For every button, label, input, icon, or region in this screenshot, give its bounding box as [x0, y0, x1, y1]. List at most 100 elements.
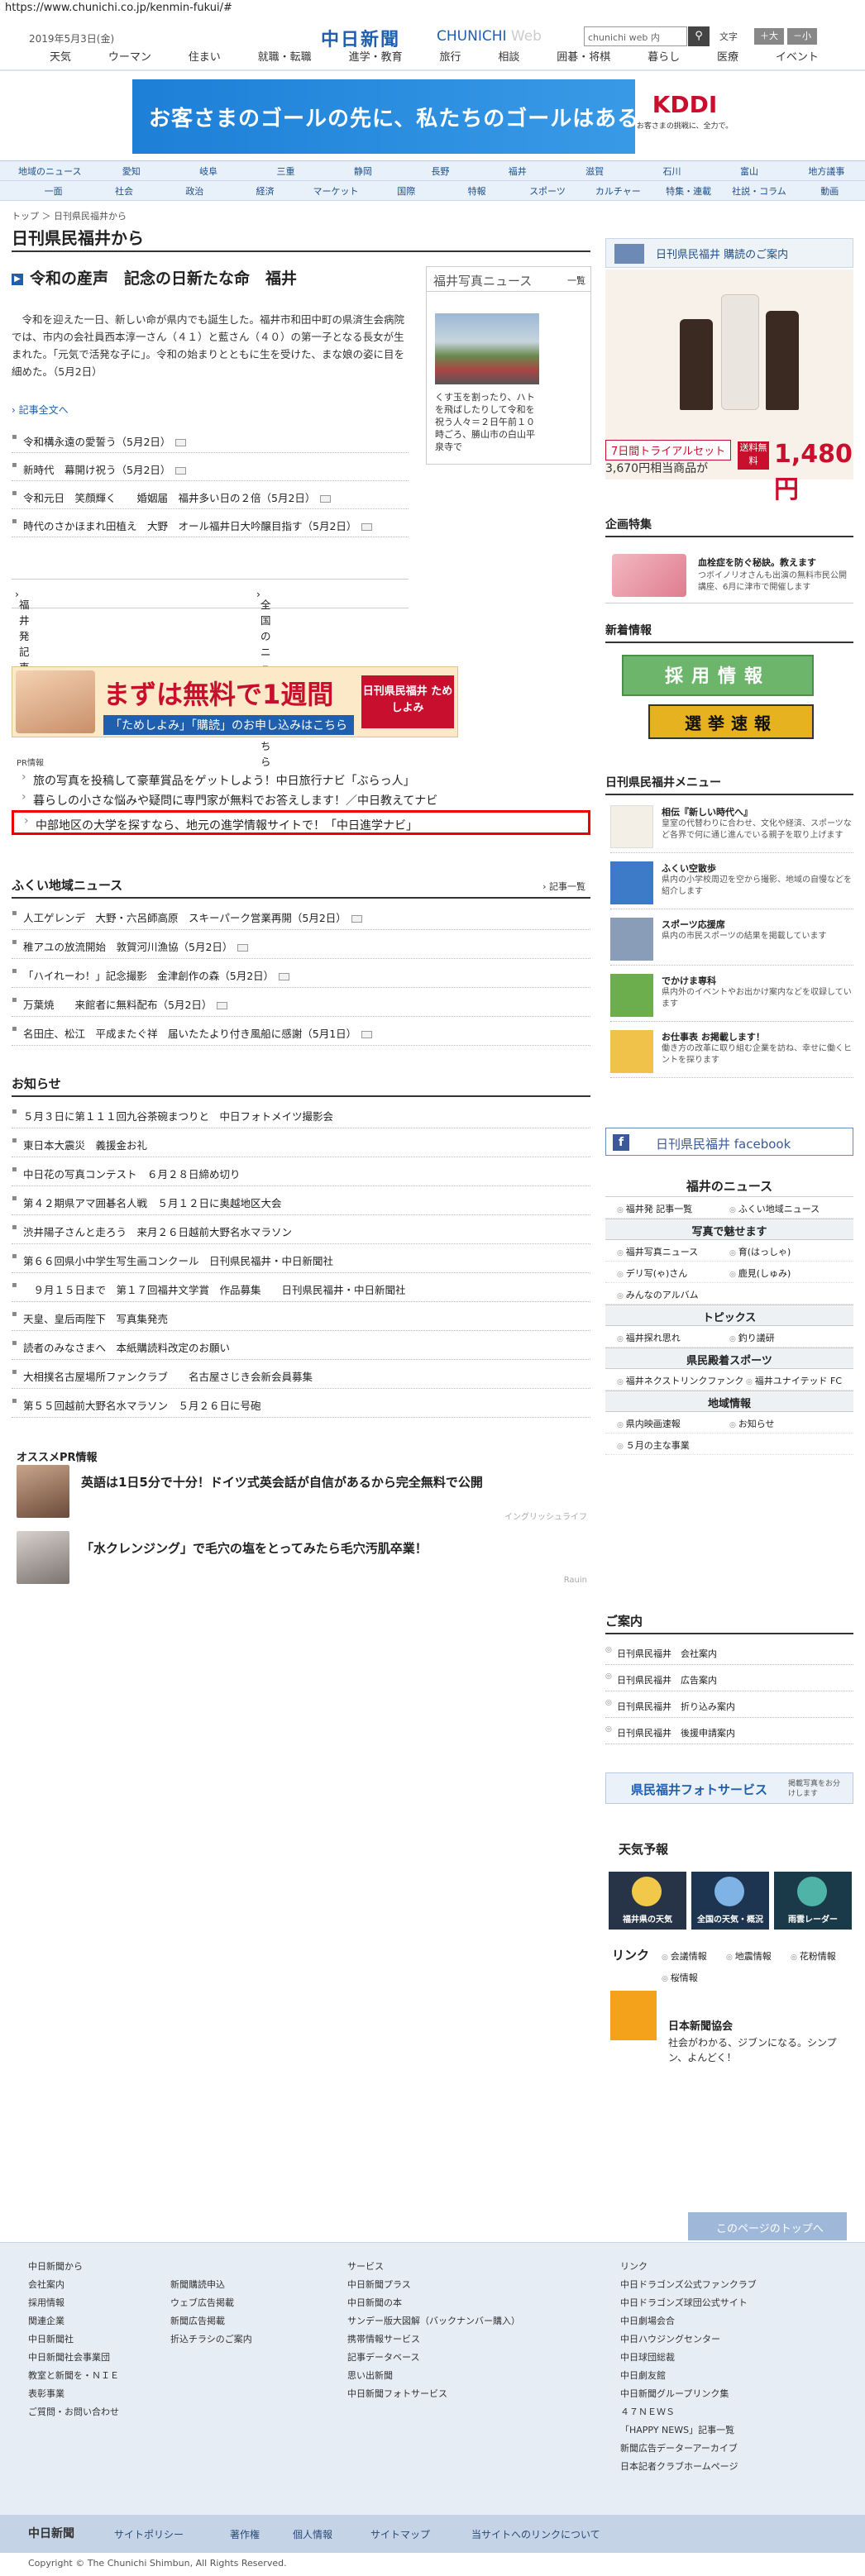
list-item[interactable]: 第５５回越前大野名水マラソン ５月２６日に号砲: [12, 1389, 590, 1418]
footer-link[interactable]: 中日劇場会合: [620, 2312, 757, 2330]
secnav-item[interactable]: 地域のニュース: [18, 165, 93, 178]
guide-link[interactable]: 日刊県民福井 後援申請案内: [605, 1718, 853, 1744]
guide-link[interactable]: 日刊県民福井 広告案内: [605, 1665, 853, 1691]
pr-item[interactable]: 暮らしの小さな悩みや疑問に専門家が無料でお答えします！／中日教えてナビ: [12, 789, 590, 809]
senkyo-button[interactable]: 選挙速報: [648, 704, 814, 739]
footer-link[interactable]: 表彰事業: [28, 2385, 119, 2403]
footer-link[interactable]: 中日ハウジングセンター: [620, 2330, 757, 2349]
footer-link[interactable]: 中日球団総裁: [620, 2349, 757, 2367]
topnav-item[interactable]: 囲碁・将棋: [557, 48, 610, 69]
photo-service-link[interactable]: 県民福井フォトサービス 掲載写真をお分けします: [605, 1772, 853, 1804]
footer-link[interactable]: 新聞購読申込: [170, 2276, 252, 2294]
topnav-item[interactable]: 天気: [50, 48, 71, 69]
list-item[interactable]: 第４２期県アマ囲碁名人戦 ５月１２日に奥越地区大会: [12, 1186, 590, 1215]
fn-link[interactable]: 福井ユナイテッド FC: [746, 1374, 842, 1387]
secnav-item[interactable]: 動画: [795, 184, 865, 198]
menu-item[interactable]: スポーツ応援席 県内の市民スポーツの結果を掲載しています: [610, 913, 853, 966]
weather-fukui-button[interactable]: 福井県の天気: [609, 1872, 686, 1930]
pr-item[interactable]: 旅の写真を投稿して豪華賞品をゲットしよう！中日旅行ナビ「ぶらっ人」: [12, 769, 590, 789]
secnav-item[interactable]: 社説・コラム: [724, 184, 794, 198]
secnav-item[interactable]: 社会: [88, 184, 159, 198]
topnav-item[interactable]: 暮らし: [648, 48, 680, 69]
footer-bar-link[interactable]: 著作権: [230, 2527, 260, 2541]
site-logo-sub[interactable]: CHUNICHI Web: [437, 28, 542, 45]
menu-item[interactable]: でかけま専科 県内外のイベントやお出かけ案内などを収録しています: [610, 969, 853, 1022]
subscription-header[interactable]: 日刊県民福井 購読のご案内: [605, 238, 853, 268]
menu-item[interactable]: お仕事表 お掲載します！ 働き方の改革に取り組む企業を訪ね、幸せに働くヒントを探…: [610, 1025, 853, 1078]
list-item[interactable]: 稚アユの放流開始 敦賀河川漁協（5月2日）: [12, 930, 590, 959]
topnav-item[interactable]: 相談: [498, 48, 519, 69]
footer-link[interactable]: ウェブ広告掲載: [170, 2294, 252, 2312]
fn-link[interactable]: 県内映画速報: [617, 1417, 681, 1430]
footer-link[interactable]: 新聞広告データーアーカイブ: [620, 2440, 757, 2458]
footer-bar-link[interactable]: サイトポリシー: [114, 2527, 184, 2541]
footer-link[interactable]: 中日新聞社会事業団: [28, 2349, 119, 2367]
national-news-link[interactable]: › 全国のニュースはこちら: [256, 588, 271, 768]
footer-link[interactable]: 思い出新聞: [347, 2367, 520, 2385]
secnav-item[interactable]: マーケット: [300, 184, 370, 198]
fn-link[interactable]: 福井写真ニュース: [617, 1245, 698, 1258]
secnav-item[interactable]: 滋賀: [556, 165, 633, 178]
topnav-item[interactable]: 住まい: [189, 48, 221, 69]
secnav-item[interactable]: 静岡: [324, 165, 401, 178]
secnav-item[interactable]: 経済: [230, 184, 300, 198]
guide-link[interactable]: 日刊県民福井 折り込み案内: [605, 1691, 853, 1718]
footer-link[interactable]: 携帯情報サービス: [347, 2330, 520, 2349]
list-item[interactable]: ９月１５日まで 第１７回福井文学賞 作品募集 日刊県民福井・中日新聞社: [12, 1273, 590, 1302]
secnav-item[interactable]: 岐阜: [170, 165, 246, 178]
secnav-item[interactable]: 石川: [633, 165, 710, 178]
list-item[interactable]: 読者のみなさまへ 本紙購読料改定のお願い: [12, 1331, 590, 1360]
fn-link[interactable]: 育(はっしゃ): [729, 1245, 791, 1258]
reco-item[interactable]: 「水クレンジング」で毛穴の塩をとってみたら毛穴汚肌卒業！ Rauin: [17, 1531, 587, 1589]
secnav-item[interactable]: スポーツ: [512, 184, 582, 198]
kddi-ad-banner[interactable]: お客さまのゴールの先に、私たちのゴールはある。 KDDI お客さまの挑戦に、全力で…: [132, 79, 734, 154]
saiyo-button[interactable]: 採用情報: [622, 655, 814, 696]
footer-link[interactable]: 新聞広告掲載: [170, 2312, 252, 2330]
topnav-item[interactable]: 旅行: [439, 48, 461, 69]
sidebar-link[interactable]: 会議情報: [662, 1949, 707, 1963]
photo-news-caption[interactable]: くす玉を割ったり、ハトを飛ばしたりして令和を祝う人々＝２日午前１０時ごろ、勝山市…: [435, 391, 542, 453]
product-ad[interactable]: 7日間トライアルセット 3,670円相当商品が 送料無料 1,480円: [605, 270, 853, 504]
page-top-button[interactable]: このページのトップへ: [688, 2212, 847, 2240]
breadcrumb[interactable]: トップ ＞ 日刊県民福井から: [12, 209, 127, 222]
list-item[interactable]: 「ハイれーわ！」記念撮影 金津創作の森（5月2日）: [12, 959, 590, 988]
footer-logo[interactable]: 中日新聞: [28, 2525, 74, 2541]
facebook-link[interactable]: f 日刊県民福井 facebook: [605, 1128, 853, 1156]
reco-item[interactable]: 英語は1日5分で十分！ドイツ式英会話が自信があるから完全無料で公開 イングリッシ…: [17, 1465, 587, 1523]
fn-link[interactable]: 福井発 記事一覧: [617, 1202, 693, 1215]
menu-item[interactable]: ふくい空散歩 県内の小学校周辺を空から撮影、地域の自慢などを紹介します: [610, 856, 853, 909]
list-item[interactable]: 中日花の写真コンテスト ６月２８日締め切り: [12, 1157, 590, 1186]
list-item[interactable]: 第６６回県小中学生写生画コンクール 日刊県民福井・中日新聞社: [12, 1244, 590, 1273]
list-item[interactable]: 万葉焼 来館者に無料配布（5月2日）: [12, 988, 590, 1017]
secnav-item[interactable]: 長野: [402, 165, 479, 178]
photo-news-more-link[interactable]: 一覧: [567, 274, 585, 287]
footer-link[interactable]: 中日新聞の本: [347, 2294, 520, 2312]
kikaku-item[interactable]: 血栓症を防ぐ秘訣。教えます つボイノリオさんも出演の無料市民公開講座、6月に津市…: [605, 546, 853, 603]
url-bar[interactable]: https://www.chunichi.co.jp/kenmin-fukui/…: [0, 0, 865, 18]
list-item[interactable]: 時代のさかほまれ田植え 大野 オール福井日大吟醸目指す（5月2日）: [12, 509, 409, 537]
secnav-item[interactable]: カルチャー: [583, 184, 653, 198]
weather-national-button[interactable]: 全国の天気・概況: [691, 1872, 769, 1930]
fn-link[interactable]: みんなのアルバム: [617, 1288, 699, 1301]
footer-link[interactable]: サンデー版大図解（バックナンバー購入）: [347, 2312, 520, 2330]
pr-item-highlighted[interactable]: 中部地区の大学を探すなら、地元の進学情報サイトで！「中日進学ナビ」: [12, 810, 590, 835]
fn-link[interactable]: お知らせ: [729, 1417, 775, 1430]
footer-link[interactable]: 中日新聞フォトサービス: [347, 2385, 520, 2403]
footer-link[interactable]: 「HAPPY NEWS」記事一覧: [620, 2421, 757, 2440]
topnav-item[interactable]: 就職・転職: [258, 48, 312, 69]
fontsize-small-button[interactable]: －小: [787, 28, 817, 45]
list-item[interactable]: 大相撲名古屋場所ファンクラブ 名古屋さじき会新会員募集: [12, 1360, 590, 1389]
list-item[interactable]: 令和元日 笑顔輝く 婚姻届 福井多い日の２倍（5月2日）: [12, 481, 409, 509]
secnav-item[interactable]: 福井: [479, 165, 556, 178]
secnav-item[interactable]: 政治: [160, 184, 230, 198]
footer-link[interactable]: 日本記者クラブホームページ: [620, 2458, 757, 2476]
sidebar-link[interactable]: 地震情報: [726, 1949, 772, 1963]
secnav-item[interactable]: 特集・連載: [653, 184, 724, 198]
read-more-link[interactable]: › 記事全文へ: [12, 403, 69, 417]
menu-item[interactable]: 相伝『新しい時代へ』 皇室の代替わりに合わせ、文化や経済、スポーツなど各界で何に…: [610, 800, 853, 853]
secnav-item[interactable]: 国際: [371, 184, 442, 198]
trial-promo-banner[interactable]: まずは無料で1週間 「ためしよみ」「購読」のお申し込みはこちら 日刊県民福井 た…: [12, 666, 458, 737]
jp-newspaper-ad[interactable]: 日本新聞協会 社会がわかる、ジブンになる。シンプン、よんどく！: [610, 1984, 853, 2063]
fn-link[interactable]: デリ写(ゃ)さん: [617, 1267, 688, 1280]
local-news-more-link[interactable]: › 記事一覧: [542, 880, 585, 893]
